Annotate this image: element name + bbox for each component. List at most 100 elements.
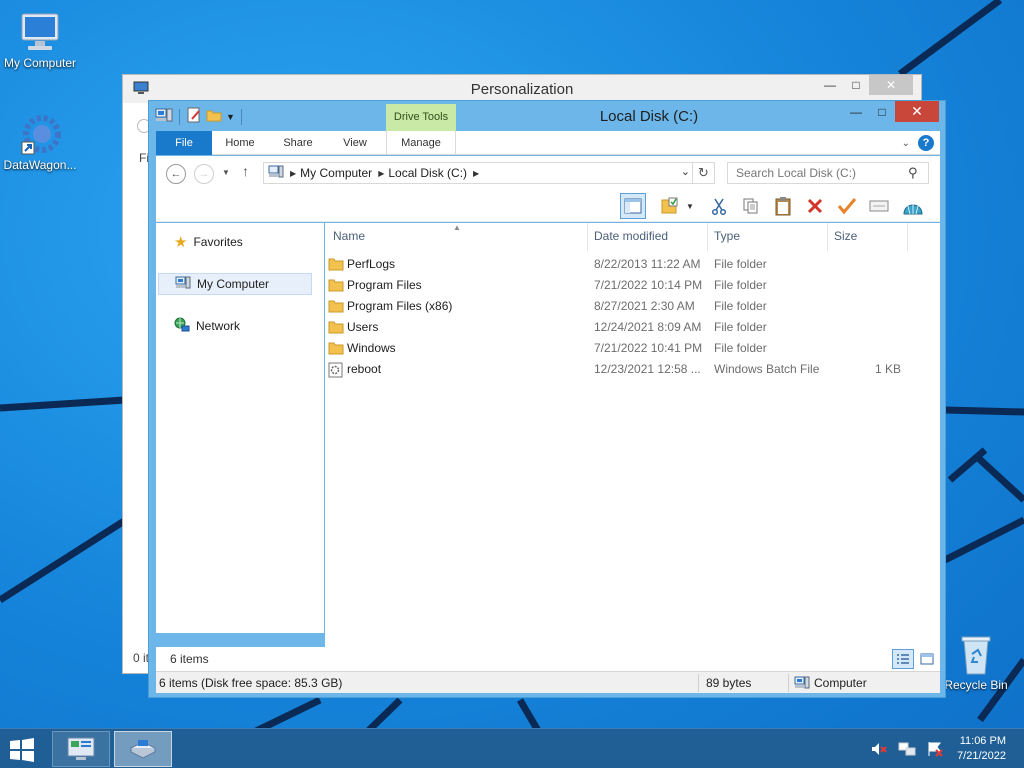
cut-button[interactable] <box>706 193 732 219</box>
recent-locations-button[interactable]: ▼ <box>222 168 230 177</box>
recycle-bin-icon <box>954 632 998 676</box>
properties-button[interactable] <box>866 193 892 219</box>
file-name: Program Files (x86) <box>347 299 453 313</box>
folder-options-button[interactable] <box>658 193 684 219</box>
computer-icon[interactable] <box>155 107 173 126</box>
desktop-icon-label: DataWagon... <box>3 158 77 172</box>
network-status-icon[interactable] <box>898 741 916 760</box>
status-location: Computer <box>814 676 867 690</box>
action-center-icon[interactable] <box>926 741 944 760</box>
file-type: Windows Batch File <box>714 362 820 376</box>
properties-icon[interactable] <box>186 107 202 126</box>
minimize-button[interactable]: — <box>843 101 869 122</box>
title-bar[interactable]: Personalization — □ ✕ <box>123 75 921 103</box>
nav-item-network[interactable]: Network <box>158 315 312 337</box>
address-bar[interactable]: ▶ My Computer ▶ Local Disk (C:) ▶ ⌄ ↻ <box>263 162 715 184</box>
search-input[interactable]: Search Local Disk (C:) <box>727 162 929 184</box>
folder-options-dropdown[interactable]: ▼ <box>684 193 696 219</box>
breadcrumb-local-disk[interactable]: Local Disk (C:) <box>388 166 467 180</box>
sort-indicator-icon: ▲ <box>453 223 461 232</box>
address-dropdown-button[interactable]: ⌄ <box>681 165 690 178</box>
details-view-icon <box>897 654 909 664</box>
file-list: ▲ Name Date modified Type Size PerfLogs … <box>325 223 940 647</box>
help-icon[interactable]: ? <box>918 135 934 151</box>
nav-item-favorites[interactable]: ★ Favorites <box>158 231 312 253</box>
folder-icon <box>328 257 344 274</box>
tab-manage[interactable]: Manage <box>386 131 456 155</box>
desktop-icon-my-computer[interactable]: My Computer <box>0 10 80 70</box>
table-row[interactable]: Windows 7/21/2022 10:41 PM File folder <box>325 338 940 359</box>
navigation-bar: ← → ▼ ↑ ▶ My Computer ▶ Local Disk (C:) … <box>156 156 940 190</box>
column-header-size[interactable]: Size <box>834 229 857 243</box>
tab-home[interactable]: Home <box>216 131 264 155</box>
clock[interactable]: 11:06 PM 7/21/2022 <box>946 734 1006 764</box>
shell-icon <box>903 204 923 215</box>
status-disk-space: 6 items (Disk free space: 85.3 GB) <box>159 676 343 690</box>
nav-item-label: Favorites <box>193 235 243 249</box>
close-button[interactable]: ✕ <box>895 101 939 122</box>
drive-tools-context-tab: Drive Tools <box>386 104 456 131</box>
start-button[interactable] <box>8 738 36 762</box>
table-row[interactable]: reboot 12/23/2021 12:58 ... Windows Batc… <box>325 359 940 380</box>
column-header-type[interactable]: Type <box>714 229 740 243</box>
back-button[interactable]: ← <box>166 164 186 184</box>
refresh-button[interactable]: ↻ <box>692 163 714 183</box>
maximize-button[interactable]: □ <box>869 101 895 122</box>
copy-button[interactable] <box>738 193 764 219</box>
breadcrumb-my-computer[interactable]: My Computer <box>300 166 372 180</box>
maximize-button[interactable]: □ <box>843 75 869 95</box>
tab-share[interactable]: Share <box>274 131 322 155</box>
item-count-bar: 6 items <box>156 647 940 671</box>
volume-muted-icon[interactable] <box>870 741 888 760</box>
checkmark-icon <box>837 198 857 215</box>
column-header-name[interactable]: Name <box>333 229 365 243</box>
new-folder-icon[interactable] <box>206 107 222 126</box>
file-date: 7/21/2022 10:41 PM <box>594 341 703 355</box>
window-title: Personalization <box>470 81 574 98</box>
expand-ribbon-icon[interactable]: ⌄ <box>902 138 910 149</box>
taskbar-button-control-panel[interactable] <box>52 731 110 767</box>
tab-file[interactable]: File <box>156 131 212 155</box>
desktop-icon-datawagon[interactable]: DataWagon... <box>0 112 80 172</box>
minimize-button[interactable]: — <box>817 75 843 95</box>
close-button[interactable]: ✕ <box>869 75 913 95</box>
computer-icon <box>268 165 284 182</box>
search-icon[interactable]: ⚲ <box>908 165 918 181</box>
column-header-date-modified[interactable]: Date modified <box>594 229 668 243</box>
desktop-icon-recycle-bin[interactable]: Recycle Bin <box>936 632 1016 692</box>
status-bar: 6 items (Disk free space: 85.3 GB) 89 by… <box>156 671 940 693</box>
chevron-down-icon[interactable]: ▼ <box>226 112 235 122</box>
large-icons-view-button[interactable] <box>916 649 938 669</box>
window-title: Local Disk (C:) <box>599 108 699 125</box>
network-share-button[interactable] <box>900 193 926 219</box>
details-view-button[interactable] <box>892 649 914 669</box>
preview-pane-button[interactable] <box>620 193 646 219</box>
file-name: Users <box>347 320 379 334</box>
nav-item-label: My Computer <box>197 277 270 291</box>
file-type: File folder <box>714 299 767 313</box>
forward-button[interactable]: → <box>194 164 214 184</box>
file-type: File folder <box>714 278 767 292</box>
file-type: File folder <box>714 320 767 334</box>
scissors-icon <box>711 198 727 215</box>
table-row[interactable]: Program Files (x86) 8/27/2021 2:30 AM Fi… <box>325 296 940 317</box>
explorer-window[interactable]: ▼ Drive Tools Local Disk (C:) — □ ✕ File… <box>148 100 946 698</box>
item-count: 6 items <box>170 652 209 666</box>
title-bar[interactable]: ▼ Drive Tools Local Disk (C:) — □ ✕ <box>149 101 945 131</box>
rename-button[interactable] <box>834 193 860 219</box>
table-row[interactable]: Users 12/24/2021 8:09 AM File folder <box>325 317 940 338</box>
up-button[interactable]: ↑ <box>242 163 249 179</box>
nav-item-my-computer[interactable]: My Computer <box>158 273 312 295</box>
star-icon: ★ <box>174 234 188 251</box>
gear-icon <box>18 112 62 156</box>
computer-icon <box>18 10 62 54</box>
paste-button[interactable] <box>770 193 796 219</box>
taskbar-button-file-explorer[interactable] <box>114 731 172 767</box>
file-date: 12/23/2021 12:58 ... <box>594 362 701 376</box>
tab-view[interactable]: View <box>331 131 379 155</box>
large-icons-view-icon <box>920 653 934 665</box>
delete-button[interactable] <box>802 193 828 219</box>
table-row[interactable]: PerfLogs 8/22/2013 11:22 AM File folder <box>325 254 940 275</box>
windows-logo-icon <box>10 738 34 762</box>
table-row[interactable]: Program Files 7/21/2022 10:14 PM File fo… <box>325 275 940 296</box>
